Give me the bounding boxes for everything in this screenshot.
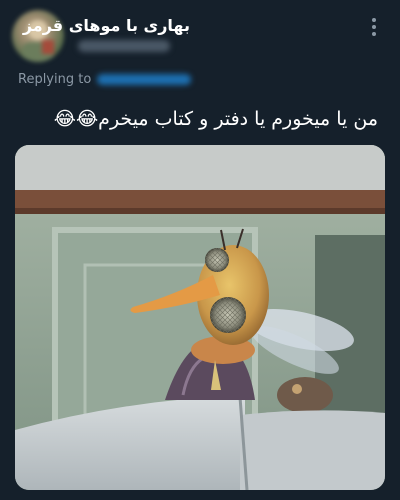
replying-to-label: Replying to	[18, 72, 92, 87]
replying-to: Replying to	[18, 72, 192, 87]
tweet-text: من یا میخورم یا دفتر و کتاب میخرم😂😂	[53, 108, 378, 130]
mosquito-puppet-image-icon	[15, 145, 385, 490]
more-options-icon	[372, 18, 376, 22]
more-options-icon-dot	[372, 32, 376, 36]
username-handle[interactable]	[78, 40, 170, 52]
replying-to-handle[interactable]	[97, 74, 192, 85]
tweet-media[interactable]	[15, 145, 385, 490]
display-name[interactable]: بهاری با موهای قرمز	[23, 16, 190, 35]
more-options-icon-dot	[372, 25, 376, 29]
more-options-button[interactable]	[364, 14, 384, 40]
tweet-card: بهاری با موهای قرمز Replying to من یا می…	[0, 0, 400, 500]
